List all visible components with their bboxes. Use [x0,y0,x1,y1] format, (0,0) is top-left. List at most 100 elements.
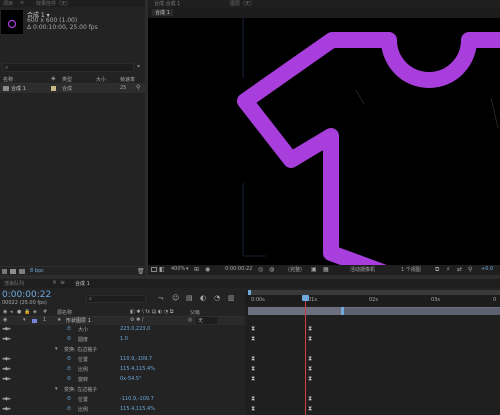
camera-dropdown[interactable]: 活动摄像机 [350,266,375,273]
comp-viewer-tab[interactable]: 合成 合成 1 [154,0,180,7]
project-search-bar[interactable]: ⌕ [2,63,134,72]
keyframe-icon[interactable]: ⧗ [308,355,312,363]
audio-icon[interactable]: ◂ [10,309,13,315]
parent-dropdown[interactable]: 无 [196,317,218,324]
col-fps[interactable]: 帧速率 [120,76,135,83]
item-label-color[interactable] [51,86,56,91]
keyframe-icon[interactable]: ⧗ [251,335,255,343]
property-value[interactable]: 115.4,115.4% [120,406,155,412]
property-row[interactable]: ◂◆▸ ⏱ 比例 115.4,115.4% [0,365,245,375]
keyframe-nav-icon[interactable]: ◂◆▸ [2,356,11,362]
graph-editor-icon[interactable]: ◔ [214,294,220,302]
views-dropdown[interactable]: 1 个视图 [401,266,421,273]
keyframe-icon[interactable]: ⧗ [308,335,312,343]
stopwatch-icon[interactable]: ⏱ [67,356,71,362]
stopwatch-icon[interactable]: ⏱ [67,336,71,342]
property-value[interactable]: -110.9,-109.7 [120,396,154,402]
grid-overlay-icon[interactable]: ⊞ [194,266,199,273]
layer-switches[interactable]: ⚙ ✱ / [130,317,144,323]
fast-preview-icon[interactable]: ⚡ [446,266,450,273]
flowchart-view-icon[interactable]: ⚲ [468,266,472,273]
keyframe-icon[interactable]: ⧗ [308,375,312,383]
property-row[interactable]: ◂◆▸ ⏱ 旋转 0x-54.5° [0,375,245,385]
tab-effect-controls[interactable]: 效果控件（无） [36,0,71,7]
tshirt-shape[interactable] [148,18,500,265]
frame-blend-icon[interactable]: ▤ [186,294,193,302]
property-value[interactable]: 110.9,-109.7 [120,356,152,362]
eye-icon[interactable]: ◉ [3,309,7,315]
project-search-input[interactable] [12,64,132,71]
zoom-dropdown-icon[interactable]: ▾ [186,266,189,272]
current-time[interactable]: 0:00:00:22 [2,290,51,300]
layer-viewer-tab[interactable]: 图层（无） [230,0,255,7]
label-icon[interactable]: ◈ [33,309,37,315]
stopwatch-icon[interactable]: ⏱ [67,406,71,412]
property-row[interactable]: ◂◆▸ ⏱ 大小 223.0,223.0 [0,325,245,335]
search-options-icon[interactable]: ▾ [137,63,140,70]
folder-icon[interactable] [10,269,16,274]
lock-icon[interactable]: 🔒 [24,309,30,315]
snapshot-icon[interactable]: ◎ [258,266,263,273]
transparency-grid-icon[interactable]: ▦ [323,266,329,273]
viewer-canvas[interactable] [148,18,500,265]
stopwatch-icon[interactable]: ⏱ [67,326,71,332]
col-name[interactable]: 名称 [3,76,13,83]
tab-menu-icon[interactable]: ≡ [20,0,24,6]
viewer-timecode[interactable]: 0:00:00:22 [225,266,252,272]
visibility-eye-icon[interactable]: ◉ [3,317,7,323]
property-row[interactable]: ◂◆▸ ⏱ 位置 110.9,-109.7 [0,355,245,365]
col-parent[interactable]: 父级 [190,309,200,316]
property-value[interactable]: 1.0 [120,336,128,342]
keyframe-icon[interactable]: ⧗ [308,365,312,373]
layer-label-color[interactable] [32,319,37,323]
disclosure-triangle-icon[interactable]: ▾ [55,346,58,352]
timeline-link-icon[interactable]: ⇄ [457,266,462,273]
zoom-level[interactable]: 400% [171,266,185,272]
bit-depth[interactable]: 8 bpc [30,268,44,274]
col-source-name[interactable]: 源名称 [57,309,72,316]
always-preview-icon[interactable] [151,267,157,272]
interpret-footage-icon[interactable] [2,269,7,274]
keyframe-icon[interactable]: ⧗ [251,325,255,333]
comp-breadcrumb[interactable]: 合成 1 [152,9,173,16]
property-row[interactable]: ◂◆▸ ⏱ 比例 115.4,115.4% [0,405,245,415]
shy-icon[interactable]: ☺ [172,294,179,302]
channel-icon[interactable]: ◍ [269,266,274,273]
keyframe-icon[interactable]: ⧗ [251,355,255,363]
property-row[interactable]: ◂◆▸ ⏱ 位置 -110.9,-109.7 [0,395,245,405]
layer-bar-end[interactable] [341,307,344,315]
keyframe-icon[interactable]: ⧗ [308,405,312,413]
stopwatch-icon[interactable]: ⏱ [67,366,71,372]
timeline-search[interactable]: ⌕ [86,295,146,303]
close-icon[interactable]: × [52,279,57,286]
label-tag-icon[interactable]: ◈ [51,75,56,82]
keyframe-icon[interactable]: ⧗ [308,395,312,403]
solo-icon[interactable]: ● [17,309,21,315]
project-item-row[interactable]: 合成 1 合成 25 ⚲ [0,84,145,93]
time-ruler[interactable]: 0:00s 01s 02s 03s 0 [245,295,500,306]
layout-icon[interactable]: ⧉ [435,266,439,274]
property-group-row[interactable]: ▾ 变换: 左边袖子 [0,385,245,395]
menu-icon[interactable]: ≡ [60,279,65,286]
property-value[interactable]: 223.0,223.0 [120,326,150,332]
exposure-value[interactable]: +0.0 [481,266,493,272]
flowchart-icon[interactable]: ⚲ [136,84,140,91]
keyframe-icon[interactable]: ⧗ [251,375,255,383]
playhead-handle[interactable] [302,295,309,301]
trash-icon[interactable]: 🗑 [137,268,145,275]
keyframe-icon[interactable]: ⧗ [308,325,312,333]
playhead-line[interactable] [305,295,306,415]
stopwatch-icon[interactable]: ⏱ [67,376,71,382]
graph-icon[interactable]: ▥ [228,294,235,302]
property-value[interactable]: 115.4,115.4% [120,366,155,372]
motion-blur-icon[interactable]: ◐ [200,294,206,302]
pickwhip-icon[interactable]: ◎ [188,317,192,323]
tab-project[interactable]: 项目 [3,0,13,7]
tab-comp-timeline[interactable]: 合成 1 [75,280,90,287]
property-group-row[interactable]: ▾ 变换: 右边袖子 [0,345,245,355]
draft-3d-icon[interactable]: ⤳ [158,294,164,303]
property-value[interactable]: 0x-54.5° [120,376,142,382]
mask-icon[interactable]: ◉ [205,266,210,273]
disclosure-triangle-icon[interactable]: ▾ [23,317,26,323]
keyframe-nav-icon[interactable]: ◂◆▸ [2,376,11,382]
